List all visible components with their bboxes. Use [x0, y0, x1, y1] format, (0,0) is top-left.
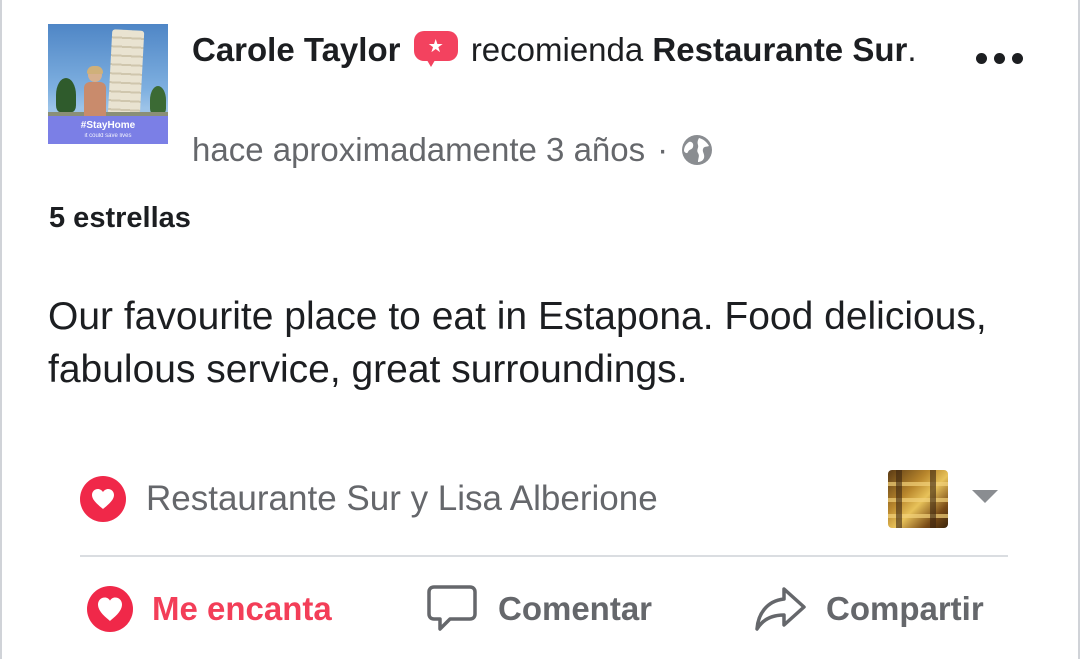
chevron-down-icon[interactable] [972, 490, 998, 503]
share-button[interactable]: Compartir [752, 578, 984, 640]
love-button[interactable]: Me encanta [86, 578, 332, 640]
post-header: Carole Taylor ★ recomienda Restaurante S… [192, 26, 932, 74]
review-text: Our favourite place to eat in Estapona. … [48, 295, 987, 391]
avatar-tree [56, 78, 76, 112]
more-options-icon[interactable] [976, 46, 1030, 70]
meta-separator: · [657, 131, 669, 168]
rating-label: 5 estrellas [49, 202, 191, 234]
page-thumbnail[interactable] [888, 470, 948, 528]
action-bar: Me encanta Comentar Compartir [80, 578, 1010, 640]
divider [80, 555, 1008, 557]
globe-icon[interactable] [680, 133, 714, 167]
post-timestamp[interactable]: hace aproximadamente 3 años [192, 128, 645, 172]
header-period: . [907, 31, 917, 68]
avatar-stayhome-banner: #StayHome it could save lives [48, 116, 168, 144]
comment-button[interactable]: Comentar [424, 578, 652, 640]
avatar-banner-subtitle: it could save lives [84, 133, 132, 139]
author-avatar[interactable]: #StayHome it could save lives [48, 24, 168, 144]
page-name-link[interactable]: Restaurante Sur [652, 31, 907, 68]
comment-button-label: Comentar [498, 590, 653, 627]
post-meta: hace aproximadamente 3 años · [192, 128, 714, 172]
avatar-person [82, 66, 108, 116]
avatar-banner-title: #StayHome [80, 120, 136, 131]
author-name-link[interactable]: Carole Taylor [192, 31, 400, 68]
recommend-icon: ★ [412, 31, 458, 67]
comment-icon [424, 581, 480, 637]
share-button-label: Compartir [826, 590, 984, 627]
reactions-summary[interactable]: Restaurante Sur y Lisa Alberione [80, 472, 658, 526]
review-post-card: #StayHome it could save lives Carole Tay… [0, 0, 1080, 659]
love-button-label: Me encanta [152, 590, 332, 627]
reactors-names[interactable]: Restaurante Sur y Lisa Alberione [146, 479, 658, 519]
avatar-leaning-tower [107, 29, 145, 119]
heart-icon [86, 585, 134, 633]
share-arrow-icon [752, 581, 808, 637]
recommend-verb: recomienda [470, 31, 644, 68]
heart-icon [80, 476, 126, 522]
avatar-tree [150, 86, 166, 114]
